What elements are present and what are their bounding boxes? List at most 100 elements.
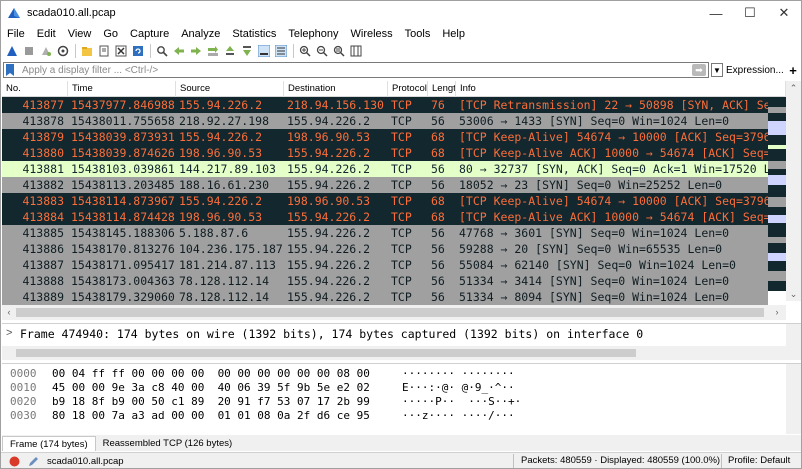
scroll-right-icon[interactable]: › — [770, 305, 784, 320]
menu-telephony[interactable]: Telephony — [281, 28, 343, 40]
status-profile[interactable]: Profile: Default — [728, 455, 790, 466]
zoom-reset-icon[interactable] — [332, 44, 346, 58]
scroll-up-icon[interactable]: ⌃ — [786, 81, 801, 95]
minimap-stripe — [768, 215, 786, 223]
menu-go[interactable]: Go — [96, 28, 123, 40]
packet-cell-info: [TCP Keep-Alive] 54674 → 10000 [ACK] Seq… — [459, 130, 768, 144]
byte-line[interactable]: 0000 00 04 ff ff 00 00 00 00 00 00 00 00 … — [2, 367, 782, 381]
colorize-icon[interactable] — [274, 44, 288, 58]
menu-wireless[interactable]: Wireless — [344, 28, 398, 40]
zoom-out-icon[interactable] — [315, 44, 329, 58]
packet-row[interactable]: 413886 15438170.813276 104.236.175.187 155.… — [2, 241, 768, 257]
byte-hex: 80 18 00 7a a3 ad 00 00 01 01 08 0a 2f d… — [52, 409, 370, 422]
apply-filter-arrow-icon[interactable]: ➡ — [692, 64, 706, 76]
filter-bookmark-icon[interactable] — [6, 64, 16, 76]
minimap-stripe — [768, 253, 786, 261]
minimap-stripe — [768, 261, 786, 271]
scroll-down-icon[interactable]: ⌄ — [786, 287, 801, 301]
column-header-length[interactable]: Length — [428, 81, 456, 97]
go-first-icon[interactable] — [223, 44, 237, 58]
packet-cell-dst: 155.94.226.2 — [287, 226, 371, 240]
go-back-icon[interactable] — [172, 44, 186, 58]
go-last-icon[interactable] — [240, 44, 254, 58]
frame-summary-line[interactable]: Frame 474940: 174 bytes on wire (1392 bi… — [20, 327, 643, 342]
find-packet-icon[interactable] — [155, 44, 169, 58]
details-hscrollbar[interactable] — [2, 346, 786, 360]
byte-line[interactable]: 0020 b9 18 8f b9 00 50 c1 89 20 91 f7 53 … — [2, 395, 782, 409]
scroll-left-icon[interactable]: ‹ — [2, 305, 16, 320]
display-filter-input[interactable]: Apply a display filter ... <Ctrl-/> ➡ — [3, 62, 709, 78]
capture-options-icon[interactable] — [56, 44, 70, 58]
open-file-icon[interactable] — [80, 44, 94, 58]
packet-row[interactable]: 413887 15438171.095417 181.214.87.113 155.9… — [2, 257, 768, 273]
packet-cell-src: 155.94.226.2 — [179, 98, 263, 112]
packet-row[interactable]: 413884 15438114.874428 198.96.90.53 155.94.… — [2, 209, 768, 225]
packet-row[interactable]: 413879 15438039.873931 155.94.226.2 198.96.… — [2, 129, 768, 145]
file-icon[interactable] — [97, 44, 111, 58]
packet-row[interactable]: 413885 15438145.188306 5.188.87.6 155.94.22… — [2, 225, 768, 241]
packet-list-hscrollbar[interactable]: ‹ › — [2, 305, 786, 320]
column-header-no[interactable]: No. — [2, 81, 68, 97]
packet-row[interactable]: 413888 15438173.004363 78.128.112.14 155.94… — [2, 273, 768, 289]
packet-row[interactable]: 413883 15438114.873967 155.94.226.2 198.96.… — [2, 193, 768, 209]
filter-dropdown-chevron-icon[interactable]: ▼ — [711, 63, 723, 77]
details-hscroll-thumb[interactable] — [16, 349, 636, 357]
details-vscrollbar[interactable] — [786, 324, 801, 360]
packet-row[interactable]: 413877 15437977.846988 155.94.226.2 218.94.… — [2, 97, 768, 113]
menu-edit[interactable]: Edit — [30, 28, 61, 40]
byte-ascii: E···:·@· @·9_·^·· — [402, 381, 515, 394]
packet-cell-proto: TCP — [391, 98, 412, 112]
bytes-vscrollbar[interactable] — [786, 364, 801, 434]
start-capture-icon[interactable] — [5, 44, 19, 58]
packet-cell-info: 47768 → 3601 [SYN] Seq=0 Win=1024 Len=0 — [459, 226, 730, 240]
autoscroll-icon[interactable] — [257, 44, 271, 58]
packet-row[interactable]: 413880 15438039.874626 198.96.90.53 155.94.… — [2, 145, 768, 161]
go-forward-icon[interactable] — [189, 44, 203, 58]
menu-help[interactable]: Help — [435, 28, 470, 40]
byte-line[interactable]: 0010 45 00 00 9e 3a c8 40 00 40 06 39 5f … — [2, 381, 782, 395]
column-header-destination[interactable]: Destination — [284, 81, 388, 97]
expression-button[interactable]: Expression... — [726, 65, 784, 76]
byte-line[interactable]: 0030 80 18 00 7a a3 ad 00 00 01 01 08 0a … — [2, 409, 782, 423]
menu-tools[interactable]: Tools — [398, 28, 436, 40]
restart-capture-icon[interactable] — [39, 44, 53, 58]
menu-analyze[interactable]: Analyze — [174, 28, 225, 40]
column-header-time[interactable]: Time — [68, 81, 176, 97]
packet-cell-dst: 155.94.226.2 — [287, 114, 371, 128]
reload-file-icon[interactable] — [131, 44, 145, 58]
maximize-button[interactable]: ☐ — [733, 1, 767, 25]
packet-row[interactable]: 413889 15438179.329060 78.128.112.14 155.94… — [2, 289, 768, 305]
minimize-button[interactable]: — — [699, 1, 733, 25]
column-header-source[interactable]: Source — [176, 81, 284, 97]
stop-capture-icon[interactable] — [22, 44, 36, 58]
zoom-in-icon[interactable] — [298, 44, 312, 58]
packet-cell-len: 56 — [431, 178, 445, 192]
menu-statistics[interactable]: Statistics — [225, 28, 281, 40]
tab-frame[interactable]: Frame (174 bytes) — [2, 436, 96, 451]
resize-columns-icon[interactable] — [349, 44, 363, 58]
edit-comment-icon[interactable] — [27, 455, 39, 467]
expert-info-icon[interactable] — [8, 455, 20, 467]
menu-file[interactable]: File — [1, 28, 30, 40]
packet-cell-src: 155.94.226.2 — [179, 194, 263, 208]
go-to-packet-icon[interactable] — [206, 44, 220, 58]
menu-view[interactable]: View — [61, 28, 97, 40]
packet-row[interactable]: 413882 15438113.203485 188.16.61.230 155.94… — [2, 177, 768, 193]
menu-capture[interactable]: Capture — [123, 28, 174, 40]
column-header-protocol[interactable]: Protocol — [388, 81, 428, 97]
close-button[interactable]: ✕ — [767, 1, 801, 25]
close-file-icon[interactable] — [114, 44, 128, 58]
minimap-stripe — [768, 243, 786, 253]
tab-reassembled-tcp[interactable]: Reassembled TCP (126 bytes) — [96, 436, 240, 451]
add-filter-button[interactable]: + — [786, 63, 800, 78]
packet-row[interactable]: 413878 15438011.755658 218.92.27.198 155.94… — [2, 113, 768, 129]
column-header-info[interactable]: Info — [456, 81, 786, 97]
packet-row[interactable]: 413881 15438103.039861 144.217.89.103 155.9… — [2, 161, 768, 177]
hscroll-thumb[interactable] — [16, 308, 764, 317]
packet-minimap[interactable] — [768, 97, 786, 301]
packet-cell-time: 15438114.874428 — [71, 210, 175, 224]
packet-cell-no: 413882 — [22, 178, 64, 192]
expand-caret-icon[interactable]: > — [6, 327, 12, 339]
packet-list-vscrollbar[interactable]: ⌃ ⌄ — [786, 81, 801, 301]
packet-cell-no: 413877 — [22, 98, 64, 112]
